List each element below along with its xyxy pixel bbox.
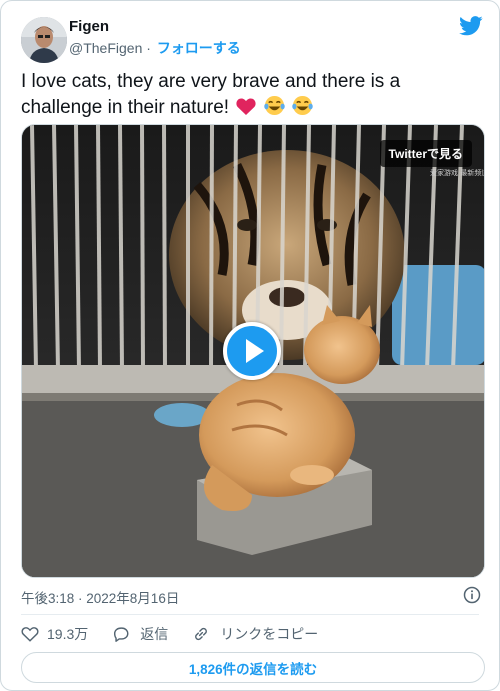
- watch-on-twitter-badge[interactable]: Twitterで見る: [379, 140, 472, 167]
- read-replies-button[interactable]: 1,826件の返信を読む: [21, 652, 485, 683]
- copy-link-label: リンクをコピー: [220, 626, 319, 642]
- laughing-tears-emoji: [263, 95, 285, 124]
- follow-button[interactable]: フォローする: [157, 40, 241, 56]
- reply-icon: [114, 627, 129, 642]
- tweet-body: I love cats, they are very brave and the…: [21, 71, 401, 118]
- tweet-card: Figen @TheFigen · フォローする I love cats, th…: [0, 0, 500, 691]
- tweet-actions: 19.3万 返信 リンクをコピー: [21, 623, 342, 645]
- reply-label: 返信: [140, 626, 169, 642]
- link-icon: [195, 627, 208, 641]
- info-icon[interactable]: [463, 586, 481, 604]
- copy-link-button[interactable]: リンクをコピー: [192, 624, 318, 644]
- video-watermark: 爱家游戏 最新频道: [430, 168, 485, 177]
- separator: ·: [146, 40, 151, 56]
- avatar[interactable]: [21, 17, 67, 63]
- heart-icon: [21, 627, 39, 642]
- author-handle-row: @TheFigen · フォローする: [69, 38, 241, 58]
- like-button[interactable]: 19.3万: [21, 624, 88, 644]
- divider: [21, 614, 479, 615]
- author-handle[interactable]: @TheFigen: [69, 40, 142, 56]
- video-player[interactable]: 爱家游戏 最新频道 Twitterで見る: [21, 124, 485, 578]
- author-name[interactable]: Figen: [69, 18, 109, 35]
- reply-button[interactable]: 返信: [112, 624, 168, 644]
- play-icon[interactable]: [223, 322, 281, 380]
- twitter-bird-icon[interactable]: [459, 15, 483, 37]
- heart-emoji: [236, 97, 256, 124]
- like-count: 19.3万: [47, 626, 89, 642]
- tweet-timestamp[interactable]: 午後3:18 · 2022年8月16日: [21, 587, 179, 607]
- laughing-tears-emoji: [292, 95, 313, 124]
- tweet-text: I love cats, they are very brave and the…: [21, 69, 483, 124]
